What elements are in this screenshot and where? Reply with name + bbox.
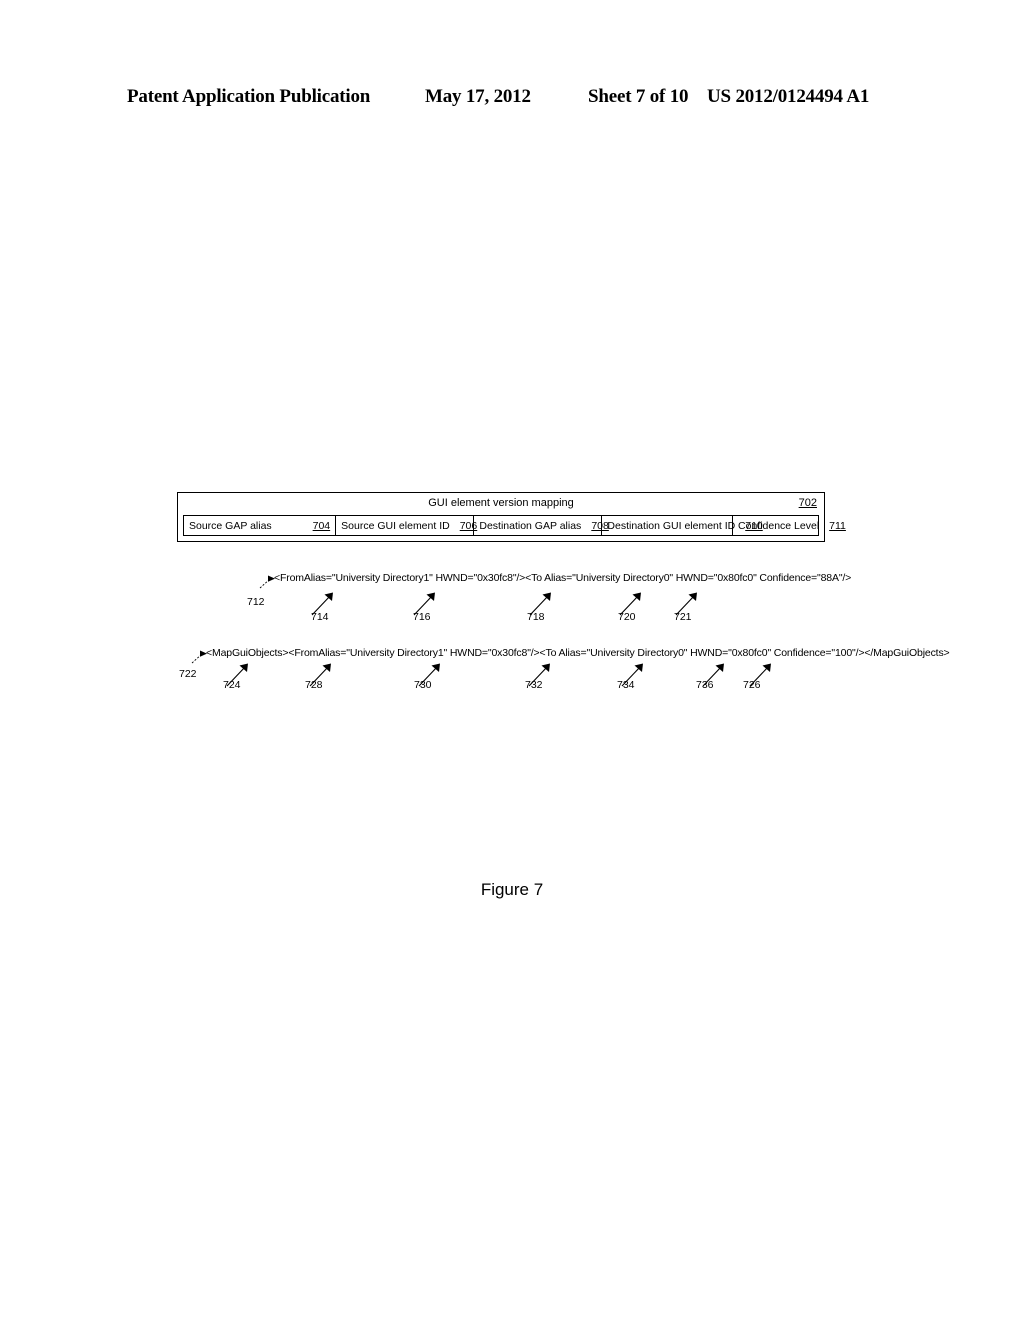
table-ref-702: 702 — [798, 497, 817, 509]
column-source-gui-element-id: Source GUI element ID 706 — [336, 516, 477, 535]
gui-element-version-mapping-table: GUI element version mapping 702 Source G… — [177, 492, 846, 542]
column-ref-706: 706 — [459, 519, 478, 532]
xml-code-line-2: <MapGuiObjects><FromAlias="University Di… — [206, 647, 950, 659]
ref-label-734: 734 — [617, 679, 635, 691]
ref-label-726: 726 — [743, 679, 761, 691]
column-label: Source GUI element ID — [341, 519, 450, 532]
leader-arrow-722 — [190, 647, 216, 665]
ref-label-724: 724 — [223, 679, 241, 691]
leader-arrow-712 — [258, 572, 284, 590]
table-header-row: Source GAP alias 704 Source GUI element … — [183, 515, 846, 536]
column-destination-gui-element-id: Destination GUI element ID 710 — [602, 516, 763, 535]
ref-label-716: 716 — [413, 611, 431, 623]
column-label: Destination GAP alias — [479, 519, 582, 532]
ref-label-712: 712 — [247, 596, 265, 608]
table-title: GUI element version mapping — [428, 497, 574, 509]
ref-label-722: 722 — [179, 668, 197, 680]
column-label: Source GAP alias — [189, 519, 272, 532]
table-title-row: GUI element version mapping 702 — [178, 493, 824, 514]
figure-caption: Figure 7 — [480, 880, 544, 899]
ref-label-728: 728 — [305, 679, 323, 691]
ref-label-721: 721 — [674, 611, 692, 623]
column-label: Confidence Level — [738, 519, 820, 532]
ref-label-732: 732 — [525, 679, 543, 691]
ref-label-714: 714 — [311, 611, 329, 623]
ref-label-736: 736 — [696, 679, 714, 691]
ref-label-730: 730 — [414, 679, 432, 691]
column-destination-gap-alias: Destination GAP alias 708 — [474, 516, 609, 535]
column-source-gap-alias: Source GAP alias 704 — [184, 516, 337, 535]
figure-7-diagram: GUI element version mapping 702 Source G… — [0, 0, 1024, 1320]
column-ref-704: 704 — [312, 519, 331, 532]
column-label: Destination GUI element ID — [607, 519, 736, 532]
ref-label-718: 718 — [527, 611, 545, 623]
column-ref-711: 711 — [829, 519, 846, 532]
column-confidence-level: Confidence Level 711 — [733, 516, 846, 535]
ref-label-720: 720 — [618, 611, 636, 623]
xml-code-line-1: <FromAlias="University Directory1" HWND=… — [274, 572, 852, 584]
